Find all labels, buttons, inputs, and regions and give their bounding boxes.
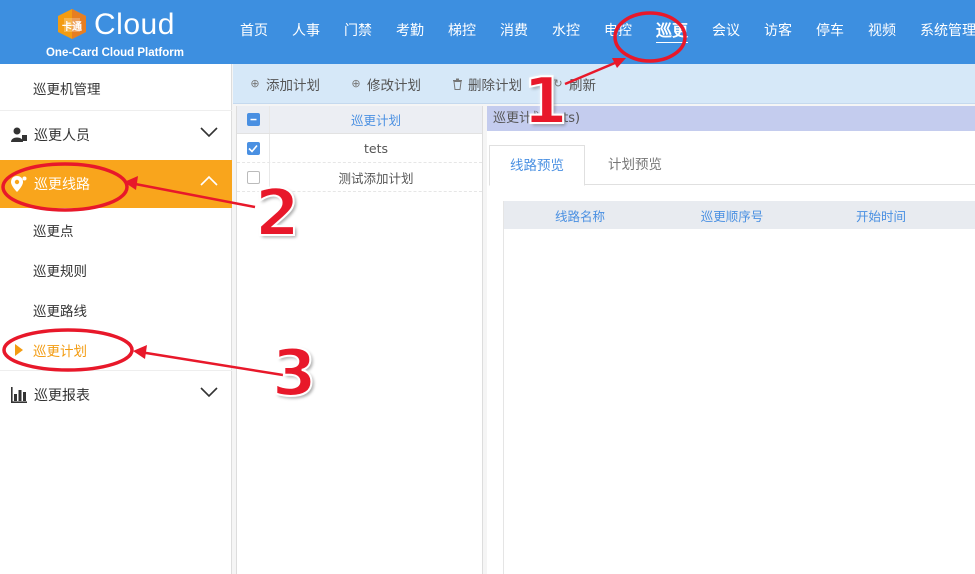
sidebar-group-patrol-staff[interactable]: 巡更人员: [0, 111, 232, 159]
sidebar-item-label: 巡更报表: [34, 388, 90, 404]
sidebar-item-patrol-path[interactable]: 巡更路线: [0, 290, 232, 330]
sidebar-item-label: 巡更规则: [33, 264, 87, 280]
select-all-cell: [237, 106, 270, 133]
nav-visitor[interactable]: 访客: [752, 0, 804, 64]
plan-list-header: 巡更计划: [237, 106, 482, 134]
sidebar-group-patrol-report[interactable]: 巡更报表: [0, 371, 232, 419]
row-checkbox[interactable]: [246, 141, 260, 155]
action-toolbar: ⊕ 添加计划 ⊕ 修改计划 删除计划 ↻ 刷新: [233, 64, 975, 104]
sidebar-item-patrol-point[interactable]: 巡更点: [0, 210, 232, 250]
delete-plan-button[interactable]: 删除计划: [451, 74, 522, 94]
refresh-label: 刷新: [569, 77, 596, 94]
column-start-time[interactable]: 开始时间: [808, 206, 954, 225]
brand-logo[interactable]: 卡通 Cloud One-Card Cloud Platform: [46, 4, 200, 62]
sidebar-item-patrol-device[interactable]: 巡更机管理: [0, 68, 232, 108]
nav-access[interactable]: 门禁: [332, 0, 384, 64]
route-grid: 线路名称 巡更顺序号 开始时间: [503, 201, 975, 574]
nav-meeting[interactable]: 会议: [700, 0, 752, 64]
chevron-down-icon[interactable]: [200, 386, 218, 398]
nav-hr[interactable]: 人事: [280, 0, 332, 64]
step-number-1: 1: [522, 65, 569, 139]
nav-parking[interactable]: 停车: [804, 0, 856, 64]
edit-circle-icon: ⊕: [351, 77, 361, 90]
edit-plan-button[interactable]: ⊕ 修改计划: [350, 74, 421, 94]
sidebar-item-patrol-plan[interactable]: 巡更计划: [0, 330, 232, 370]
brand-mark-icon: 卡通: [58, 9, 86, 39]
sidebar-item-patrol-rule[interactable]: 巡更规则: [0, 250, 232, 290]
map-pin-icon: [10, 175, 28, 193]
sidebar: 巡更机管理 巡更人员 巡更线路 巡更点 巡更规则 巡更路线 巡更计划 巡更报表: [0, 64, 232, 574]
top-header: 卡通 Cloud One-Card Cloud Platform 首页 人事 门…: [0, 0, 975, 64]
nav-elevator[interactable]: 梯控: [436, 0, 488, 64]
trash-icon: [451, 78, 463, 90]
column-route-name[interactable]: 线路名称: [504, 206, 656, 225]
nav-water[interactable]: 水控: [540, 0, 592, 64]
sidebar-item-label: 巡更计划: [33, 344, 87, 360]
chevron-up-icon[interactable]: [200, 175, 218, 187]
add-plan-button[interactable]: ⊕ 添加计划: [249, 74, 320, 94]
nav-attendance[interactable]: 考勤: [384, 0, 436, 64]
sidebar-item-label: 巡更点: [33, 224, 74, 240]
sidebar-item-label: 巡更人员: [34, 128, 90, 144]
plan-name: 测试添加计划: [338, 170, 414, 186]
plus-circle-icon: ⊕: [250, 77, 260, 90]
nav-consume[interactable]: 消费: [488, 0, 540, 64]
top-nav: 首页 人事 门禁 考勤 梯控 消费 水控 电控 巡更 会议 访客 停车 视频 系…: [228, 0, 975, 64]
play-arrow-icon: [15, 344, 23, 356]
nav-power[interactable]: 电控: [592, 0, 644, 64]
brand-name: Cloud: [94, 8, 175, 41]
step-number-3: 3: [271, 337, 318, 411]
sidebar-item-label: 巡更路线: [33, 304, 87, 320]
add-plan-label: 添加计划: [266, 77, 320, 94]
sidebar-item-label: 巡更机管理: [33, 82, 101, 98]
edit-plan-label: 修改计划: [367, 77, 421, 94]
detail-tabs: 线路预览 计划预览: [489, 145, 975, 186]
tab-plan-preview[interactable]: 计划预览: [585, 145, 685, 186]
select-all-checkbox[interactable]: [246, 113, 260, 126]
sidebar-group-patrol-route[interactable]: 巡更线路: [0, 160, 232, 208]
nav-system[interactable]: 系统管理: [908, 0, 975, 64]
table-row[interactable]: tets: [237, 134, 482, 163]
bar-chart-icon: [10, 386, 28, 404]
sidebar-item-label: 巡更线路: [34, 177, 90, 193]
nav-patrol[interactable]: 巡更: [644, 0, 700, 64]
user-tie-icon: [10, 126, 28, 144]
column-patrol-order[interactable]: 巡更顺序号: [656, 206, 808, 225]
delete-plan-label: 删除计划: [468, 77, 522, 94]
detail-panel: 线路预览 计划预览 线路名称 巡更顺序号 开始时间: [487, 131, 975, 574]
chevron-down-icon[interactable]: [200, 126, 218, 138]
nav-home[interactable]: 首页: [228, 0, 280, 64]
brand-subtitle: One-Card Cloud Platform: [45, 47, 184, 59]
plan-column-header: 巡更计划: [350, 113, 401, 128]
checkbox-cell: [237, 134, 270, 162]
tab-route-preview[interactable]: 线路预览: [489, 145, 585, 186]
plan-name: tets: [363, 140, 388, 156]
grid-header: 线路名称 巡更顺序号 开始时间: [504, 201, 975, 229]
nav-video[interactable]: 视频: [856, 0, 908, 64]
step-number-2: 2: [254, 177, 301, 251]
brand-mark-text: 卡通: [62, 20, 82, 33]
